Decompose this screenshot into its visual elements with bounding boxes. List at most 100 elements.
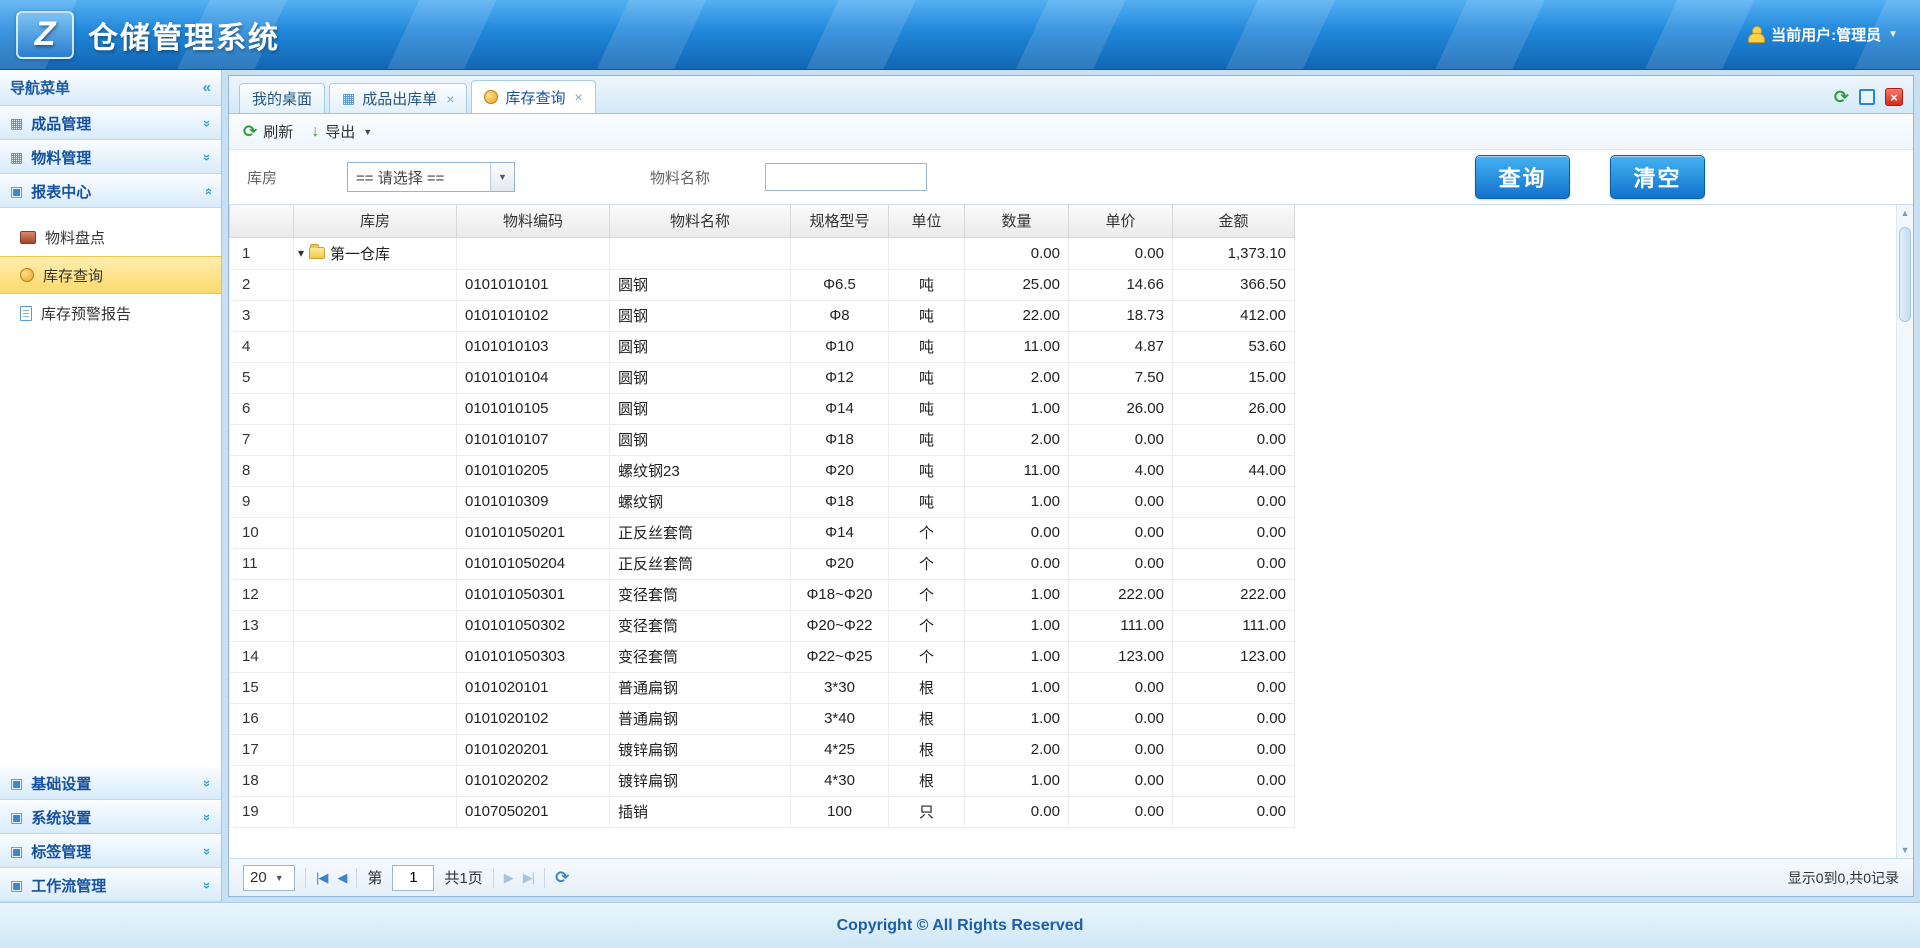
table-row[interactable]: 170101020201镀锌扁钢4*25根2.000.000.00: [230, 734, 1295, 765]
page-number-input[interactable]: [392, 865, 434, 891]
current-user-menu[interactable]: 当前用户:管理员 ▼: [1747, 24, 1898, 45]
material-code-header[interactable]: 物料编码: [457, 205, 610, 237]
sidebar-group-report-center[interactable]: ▣ 报表中心 »: [0, 174, 221, 208]
table-row[interactable]: 30101010102圆钢Φ8吨22.0018.73412.00: [230, 300, 1295, 331]
sidebar-group-materials[interactable]: ▦ 物料管理 »: [0, 140, 221, 174]
clear-button[interactable]: 清空: [1610, 155, 1705, 199]
amount-cell: 0.00: [1173, 548, 1295, 579]
sync-icon[interactable]: ⟳: [1834, 88, 1849, 106]
spec-cell: Φ20: [791, 455, 889, 486]
spec-cell: Φ14: [791, 517, 889, 548]
quantity-cell: 2.00: [965, 734, 1069, 765]
tab-finished-outbound[interactable]: ▦ 成品出库单 ×: [329, 83, 467, 113]
unit-price-cell: 0.00: [1069, 703, 1173, 734]
refresh-button[interactable]: ⟳ 刷新: [243, 121, 293, 142]
warehouse-cell: [294, 765, 457, 796]
tab-inventory-query[interactable]: 库存查询 ×: [471, 80, 595, 113]
search-button[interactable]: 查询: [1475, 155, 1570, 199]
material-code-cell: 0101020101: [457, 672, 610, 703]
row-number-cell: 4: [230, 331, 294, 362]
tree-expand-icon[interactable]: ▾: [298, 246, 304, 260]
scrollbar-thumb[interactable]: [1899, 227, 1911, 322]
table-row[interactable]: 12010101050301变径套筒Φ18~Φ20个1.00222.00222.…: [230, 579, 1295, 610]
material-name-cell: 正反丝套筒: [610, 517, 791, 548]
amount-cell: 111.00: [1173, 610, 1295, 641]
unit-price-cell: 18.73: [1069, 300, 1173, 331]
table-row[interactable]: 1▾第一仓库0.000.001,373.10: [230, 237, 1295, 269]
row-number-header[interactable]: [230, 205, 294, 237]
row-number-cell: 14: [230, 641, 294, 672]
sidebar-item-inventory-alert-report[interactable]: 库存预警报告: [0, 294, 221, 332]
quantity-cell: 25.00: [965, 269, 1069, 300]
unit-header[interactable]: 单位: [889, 205, 965, 237]
table-row[interactable]: 80101010205螺纹钢23Φ20吨11.004.0044.00: [230, 455, 1295, 486]
next-page-button[interactable]: ▶: [504, 870, 513, 886]
chevron-down-icon: ▼: [490, 163, 514, 191]
table-row[interactable]: 20101010101圆钢Φ6.5吨25.0014.66366.50: [230, 269, 1295, 300]
warehouse-select[interactable]: == 请选择 == ▼: [347, 162, 515, 192]
table-row[interactable]: 90101010309螺纹钢Φ18吨1.000.000.00: [230, 486, 1295, 517]
material-name-header[interactable]: 物料名称: [610, 205, 791, 237]
table-row[interactable]: 180101020202镀锌扁钢4*30根1.000.000.00: [230, 765, 1295, 796]
unit-price-cell: 26.00: [1069, 393, 1173, 424]
sidebar-item-inventory-query[interactable]: 库存查询: [0, 256, 221, 294]
pager-refresh-icon[interactable]: ⟳: [555, 869, 569, 886]
sidebar-group-workflow-management[interactable]: ▣ 工作流管理 »: [0, 868, 221, 902]
spec-header[interactable]: 规格型号: [791, 205, 889, 237]
spec-cell: Φ10: [791, 331, 889, 362]
export-button[interactable]: ↓ 导出 ▼: [311, 121, 372, 142]
prev-page-button[interactable]: ◀: [337, 870, 346, 886]
table-row[interactable]: 70101010107圆钢Φ18吨2.000.000.00: [230, 424, 1295, 455]
material-name-cell: 正反丝套筒: [610, 548, 791, 579]
page-size-select[interactable]: 20 ▼: [243, 865, 295, 891]
row-number-cell: 9: [230, 486, 294, 517]
quantity-header[interactable]: 数量: [965, 205, 1069, 237]
table-row[interactable]: 160101020102普通扁钢3*40根1.000.000.00: [230, 703, 1295, 734]
material-code-cell: 0101020102: [457, 703, 610, 734]
table-row[interactable]: 40101010103圆钢Φ10吨11.004.8753.60: [230, 331, 1295, 362]
sidebar-group-finished-products[interactable]: ▦ 成品管理 »: [0, 106, 221, 140]
grid-toolbar: ⟳ 刷新 ↓ 导出 ▼: [229, 114, 1913, 150]
warehouse-cell: [294, 672, 457, 703]
row-number-cell: 17: [230, 734, 294, 765]
warehouse-filter-label: 库房: [247, 167, 277, 188]
tab-my-desktop[interactable]: 我的桌面: [239, 83, 325, 113]
unit-cell: 个: [889, 641, 965, 672]
table-row[interactable]: 60101010105圆钢Φ14吨1.0026.0026.00: [230, 393, 1295, 424]
close-all-icon[interactable]: ×: [1885, 88, 1903, 106]
table-row[interactable]: 11010101050204正反丝套筒Φ20个0.000.000.00: [230, 548, 1295, 579]
quantity-cell: 1.00: [965, 703, 1069, 734]
unit-price-cell: 14.66: [1069, 269, 1173, 300]
table-row[interactable]: 50101010104圆钢Φ12吨2.007.5015.00: [230, 362, 1295, 393]
table-row[interactable]: 14010101050303变径套筒Φ22~Φ25个1.00123.00123.…: [230, 641, 1295, 672]
spec-cell: Φ22~Φ25: [791, 641, 889, 672]
fullscreen-icon[interactable]: [1859, 89, 1875, 105]
sidebar-group-label-management[interactable]: ▣ 标签管理 »: [0, 834, 221, 868]
sidebar-collapse-icon[interactable]: «: [203, 79, 211, 96]
sidebar-group-basic-settings[interactable]: ▣ 基础设置 »: [0, 766, 221, 800]
logo-letter: Z: [35, 15, 56, 54]
unit-cell: 个: [889, 610, 965, 641]
last-page-button[interactable]: ▶|: [523, 870, 534, 886]
tab-close-icon[interactable]: ×: [574, 89, 582, 105]
table-row[interactable]: 190107050201插销100只0.000.000.00: [230, 796, 1295, 827]
unit-price-cell: 111.00: [1069, 610, 1173, 641]
amount-cell: 0.00: [1173, 486, 1295, 517]
tab-close-icon[interactable]: ×: [446, 91, 454, 107]
sidebar-group-system-settings[interactable]: ▣ 系统设置 »: [0, 800, 221, 834]
row-number-cell: 3: [230, 300, 294, 331]
first-page-button[interactable]: |◀: [316, 870, 327, 886]
unit-price-cell: 0.00: [1069, 734, 1173, 765]
table-row[interactable]: 13010101050302变径套筒Φ20~Φ22个1.00111.00111.…: [230, 610, 1295, 641]
table-row[interactable]: 150101020101普通扁钢3*30根1.000.000.00: [230, 672, 1295, 703]
material-name-input[interactable]: [765, 163, 927, 191]
amount-header[interactable]: 金额: [1173, 205, 1295, 237]
unit-price-header[interactable]: 单价: [1069, 205, 1173, 237]
scroll-down-icon[interactable]: ▼: [1901, 845, 1910, 855]
table-row[interactable]: 10010101050201正反丝套筒Φ14个0.000.000.00: [230, 517, 1295, 548]
scroll-up-icon[interactable]: ▲: [1901, 208, 1910, 218]
unit-cell: 吨: [889, 300, 965, 331]
material-code-cell: 0101020201: [457, 734, 610, 765]
sidebar-item-material-stocktake[interactable]: 物料盘点: [0, 218, 221, 256]
warehouse-header[interactable]: 库房: [294, 205, 457, 237]
